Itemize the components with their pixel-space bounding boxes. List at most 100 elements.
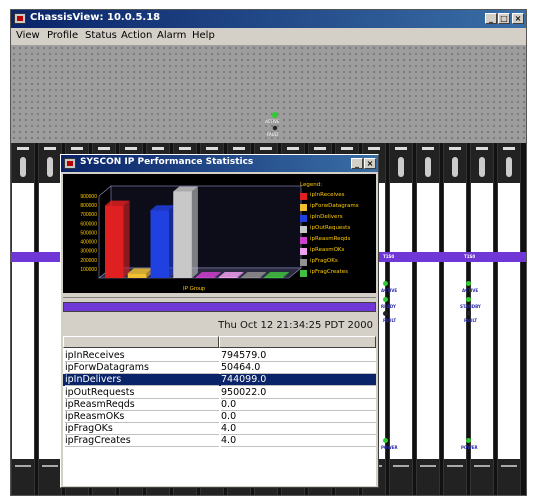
menu-status[interactable]: Status [85,30,117,41]
menu-action[interactable]: Action [121,30,152,41]
slot-latch-top [417,143,439,183]
dialog-title: SYSCON IP Performance Statistics [80,157,254,167]
card-standby-label: STANDBY [460,304,481,309]
slot-latch-bottom [39,459,61,495]
bar [105,205,124,278]
active-led-icon [466,281,471,286]
slot-latch-bottom [444,459,466,495]
row-name: ipInDelivers [65,374,219,387]
y-tick-label: 700000 [80,212,97,218]
menu-alarm[interactable]: Alarm [157,30,186,41]
power-led-icon [383,438,388,443]
table-row[interactable]: ipInDelivers 744099.0 [63,374,376,387]
chart-panel: 900000 800000 700000 600000 500000 400000 3000… [63,174,376,293]
dialog-icon [64,158,76,169]
slot-latch-bottom [471,459,493,495]
bar [127,273,147,278]
card-slot[interactable] [38,143,62,495]
legend-label: ipInReceives [310,192,345,198]
menu-profile[interactable]: Profile [47,30,78,41]
y-tick-label: 400000 [80,240,97,246]
divider [63,297,376,298]
y-tick-label: 600000 [80,221,97,227]
row-value: 0.0 [221,411,376,423]
maximize-button[interactable]: □ [498,13,510,24]
progress-bar [63,302,376,312]
card-power-label: POWER [381,445,398,450]
table-row[interactable]: ipOutRequests 950022.0 [63,387,376,399]
card-tag-2: T1S0 [464,254,476,259]
active-label: ACTIVE [265,119,280,124]
bar [150,210,170,278]
power-led-icon [466,438,471,443]
card-active-label: ACTIVE [381,288,398,293]
slot-latch-top [390,143,412,183]
dialog-title-bar[interactable]: SYSCON IP Performance Statistics _ × [61,155,378,172]
fault-led-icon [272,125,278,131]
app-icon [14,13,26,24]
ready-led-icon [383,297,388,302]
y-tick-label: 800000 [80,203,97,209]
table-row[interactable]: ipInReceives 794579.0 [63,350,376,362]
table-row[interactable]: ipReasmReqds 0.0 [63,399,376,411]
menu-help[interactable]: Help [192,30,215,41]
slot-latch-bottom [390,459,412,495]
card-fault-label: FAULT [383,318,397,323]
y-tick-label: 500000 [80,230,97,236]
close-button[interactable]: × [512,13,524,24]
bar [241,277,261,278]
card-slot[interactable] [497,143,521,495]
slot-latch-top [471,143,493,183]
legend-title: Legend: [300,182,323,188]
column-header-value[interactable] [219,336,376,348]
dialog-close-button[interactable]: × [364,158,376,169]
minimize-button[interactable]: _ [485,13,497,24]
legend-swatch [300,259,307,266]
menu-view[interactable]: View [16,30,40,41]
y-tick-label: 900000 [80,194,97,200]
row-name: ipReasmReqds [65,399,219,411]
table-row[interactable]: ipFragCreates 4.0 [63,435,376,448]
legend-swatch [300,226,307,233]
chart-legend: ipInReceives ipForwDatagrams ipInDelivers i… [300,192,376,292]
card-ready-label: READY [381,304,396,309]
table-row[interactable]: ipReasmOKs 0.0 [63,411,376,423]
y-tick-label: 100000 [80,267,97,273]
row-value: 794579.0 [221,350,376,362]
row-value: 950022.0 [221,387,376,399]
legend-swatch [300,248,307,255]
fault-led-icon [466,311,471,316]
bar-side [191,186,198,278]
card-slot[interactable] [416,143,440,495]
timestamp: Thu Oct 12 21:34:25 PDT 2000 [218,320,373,331]
active-led-icon [383,281,388,286]
card-slot[interactable] [11,143,35,495]
slot-latch-top [12,143,34,183]
legend-label: ipForwDatagrams [310,203,359,209]
ip-stats-dialog: SYSCON IP Performance Statistics _ × 900… [60,154,379,488]
active-led-icon [272,112,278,118]
legend-label: ipReasmOKs [310,247,345,253]
legend-label: ipOutRequests [310,225,351,231]
plot-back-wall [110,185,302,269]
legend-label: ipFragCreates [310,269,349,275]
main-title-bar[interactable]: ChassisView: 10.0.5.18 _ □ × [11,10,526,28]
table-row[interactable]: ipFragOKs 4.0 [63,423,376,436]
row-value: 50464.0 [221,362,376,375]
bar [173,191,192,278]
x-axis-label: IP Group [183,286,205,292]
slot-latch-bottom [417,459,439,495]
bar [196,277,215,278]
card-power-label-2: POWER [461,445,478,450]
row-name: ipFragOKs [65,423,219,436]
card-tag-1: T1S0 [383,254,395,259]
legend-swatch [300,215,307,222]
slot-latch-bottom [12,459,34,495]
column-header-name[interactable] [63,336,219,348]
slot-latch-top [39,143,61,183]
dialog-minimize-button[interactable]: _ [351,158,363,169]
fault-label: FAULT [267,132,279,137]
table-row[interactable]: ipForwDatagrams 50464.0 [63,362,376,375]
row-name: ipForwDatagrams [65,362,219,375]
y-tick-label: 200000 [80,258,97,264]
